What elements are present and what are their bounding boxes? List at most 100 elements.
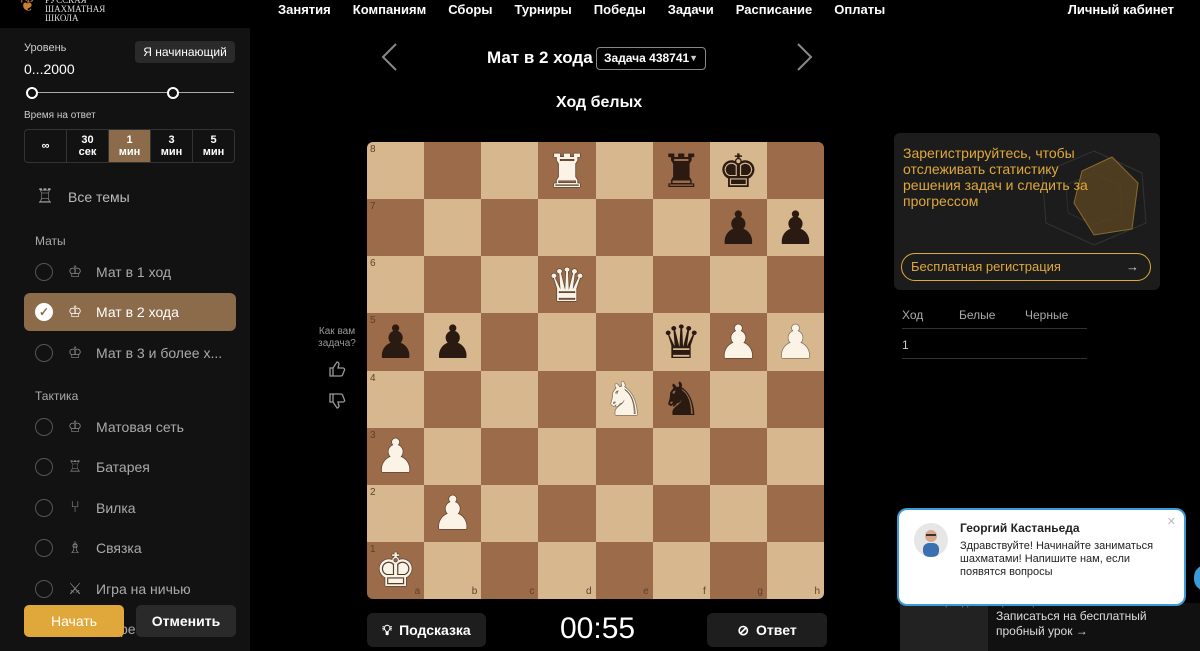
square-b4[interactable] xyxy=(424,370,482,428)
thumbs-up-icon[interactable] xyxy=(328,360,346,378)
white-piece[interactable]: ♛ xyxy=(546,262,587,308)
square-g2[interactable] xyxy=(709,484,767,542)
square-h2[interactable] xyxy=(766,484,824,542)
nav-link[interactable]: Занятия xyxy=(278,2,331,17)
square-g8[interactable]: ♚ xyxy=(709,142,767,200)
slider-handle-max[interactable] xyxy=(167,87,180,99)
check-icon[interactable]: ✓ xyxy=(35,303,53,321)
square-e8[interactable] xyxy=(595,142,653,200)
radio-button[interactable] xyxy=(35,344,53,362)
nav-link[interactable]: Оплаты xyxy=(834,2,885,17)
nav-link[interactable]: Задачи xyxy=(668,2,714,17)
square-e6[interactable] xyxy=(595,256,653,314)
hint-button[interactable]: 💡︎ Подсказка xyxy=(367,613,486,647)
beginner-button[interactable]: Я начинающий xyxy=(135,41,235,63)
nav-link[interactable]: Расписание xyxy=(736,2,813,17)
theme-item[interactable]: ♖ Батарея xyxy=(24,448,236,486)
cancel-button[interactable]: Отменить xyxy=(136,605,236,637)
square-d4[interactable] xyxy=(538,370,596,428)
white-piece[interactable]: ♟ xyxy=(432,490,473,536)
chat-launcher-tab[interactable] xyxy=(1194,565,1200,591)
square-a6[interactable]: 6 xyxy=(367,256,425,314)
square-f3[interactable] xyxy=(652,427,710,485)
black-piece[interactable]: ♟ xyxy=(375,319,416,365)
white-piece[interactable]: ♜ xyxy=(546,148,587,194)
square-h3[interactable] xyxy=(766,427,824,485)
square-e2[interactable] xyxy=(595,484,653,542)
chat-widget[interactable]: Георгий Кастаньеда Здравствуйте! Начинай… xyxy=(897,508,1186,606)
radio-button[interactable] xyxy=(35,499,53,517)
time-option[interactable]: 1 мин xyxy=(109,130,151,162)
square-b2[interactable]: ♟ xyxy=(424,484,482,542)
theme-item[interactable]: ✓ ♔ Мат в 2 хода xyxy=(24,293,236,331)
radio-button[interactable] xyxy=(35,580,53,598)
square-h4[interactable] xyxy=(766,370,824,428)
radio-button[interactable] xyxy=(35,418,53,436)
black-piece[interactable]: ♚ xyxy=(718,148,759,194)
black-piece[interactable]: ♟ xyxy=(432,319,473,365)
square-f7[interactable] xyxy=(652,199,710,257)
square-d6[interactable]: ♛ xyxy=(538,256,596,314)
square-g4[interactable] xyxy=(709,370,767,428)
square-c5[interactable] xyxy=(481,313,539,371)
square-d8[interactable]: ♜ xyxy=(538,142,596,200)
square-e3[interactable] xyxy=(595,427,653,485)
square-f6[interactable] xyxy=(652,256,710,314)
level-slider[interactable] xyxy=(26,87,234,99)
square-h1[interactable]: h xyxy=(766,541,824,599)
answer-button[interactable]: ⊘ Ответ xyxy=(707,613,827,647)
square-f1[interactable]: f xyxy=(652,541,710,599)
prev-puzzle-arrow[interactable] xyxy=(380,42,400,72)
time-option[interactable]: 30 сек xyxy=(67,130,109,162)
square-b8[interactable] xyxy=(424,142,482,200)
square-c7[interactable] xyxy=(481,199,539,257)
white-piece[interactable]: ♟ xyxy=(375,433,416,479)
square-f2[interactable] xyxy=(652,484,710,542)
square-h8[interactable] xyxy=(766,142,824,200)
square-f5[interactable]: ♛ xyxy=(652,313,710,371)
time-option[interactable]: 3 мин xyxy=(151,130,193,162)
square-f8[interactable]: ♜ xyxy=(652,142,710,200)
square-d5[interactable] xyxy=(538,313,596,371)
theme-item[interactable]: ♔ Мат в 3 и более х... xyxy=(24,334,236,372)
black-piece[interactable]: ♟ xyxy=(775,205,816,251)
square-b1[interactable]: b xyxy=(424,541,482,599)
square-b6[interactable] xyxy=(424,256,482,314)
trial-lesson-text[interactable]: Записаться на бесплатный пробный урок → xyxy=(996,609,1191,639)
white-piece[interactable]: ♟ xyxy=(718,319,759,365)
square-e7[interactable] xyxy=(595,199,653,257)
radio-button[interactable] xyxy=(35,263,53,281)
square-a1[interactable]: 1 a ♚ xyxy=(367,541,425,599)
square-c1[interactable]: c xyxy=(481,541,539,599)
square-e1[interactable]: e xyxy=(595,541,653,599)
square-c2[interactable] xyxy=(481,484,539,542)
nav-link[interactable]: Сборы xyxy=(448,2,492,17)
theme-item[interactable]: ⑂ Вилка xyxy=(24,489,236,527)
square-h6[interactable] xyxy=(766,256,824,314)
square-b5[interactable]: ♟ xyxy=(424,313,482,371)
square-a4[interactable]: 4 xyxy=(367,370,425,428)
square-h7[interactable]: ♟ xyxy=(766,199,824,257)
square-d3[interactable] xyxy=(538,427,596,485)
white-piece[interactable]: ♞ xyxy=(603,376,644,422)
black-piece[interactable]: ♟ xyxy=(718,205,759,251)
logo[interactable]: ❦ РУССКАЯ ШАХМАТНАЯ ШКОЛА xyxy=(20,0,125,23)
square-g5[interactable]: ♟ xyxy=(709,313,767,371)
square-h5[interactable]: ♟ xyxy=(766,313,824,371)
square-c8[interactable] xyxy=(481,142,539,200)
black-piece[interactable]: ♛ xyxy=(661,319,702,365)
square-e5[interactable] xyxy=(595,313,653,371)
square-a3[interactable]: 3 ♟ xyxy=(367,427,425,485)
nav-link[interactable]: Компаниям xyxy=(353,2,426,17)
close-icon[interactable]: ✕ xyxy=(1167,515,1176,528)
black-piece[interactable]: ♜ xyxy=(661,148,702,194)
free-registration-button[interactable]: Бесплатная регистрация → xyxy=(901,253,1151,281)
theme-item[interactable]: ♔ Мат в 1 ход xyxy=(24,253,236,291)
puzzle-selector[interactable]: Задача 438741 ▼ xyxy=(596,47,706,70)
time-option[interactable]: ∞ xyxy=(25,130,67,162)
start-button[interactable]: Начать xyxy=(24,605,124,637)
square-d1[interactable]: d xyxy=(538,541,596,599)
square-a7[interactable]: 7 xyxy=(367,199,425,257)
time-option[interactable]: 5 мин xyxy=(193,130,234,162)
square-e4[interactable]: ♞ xyxy=(595,370,653,428)
